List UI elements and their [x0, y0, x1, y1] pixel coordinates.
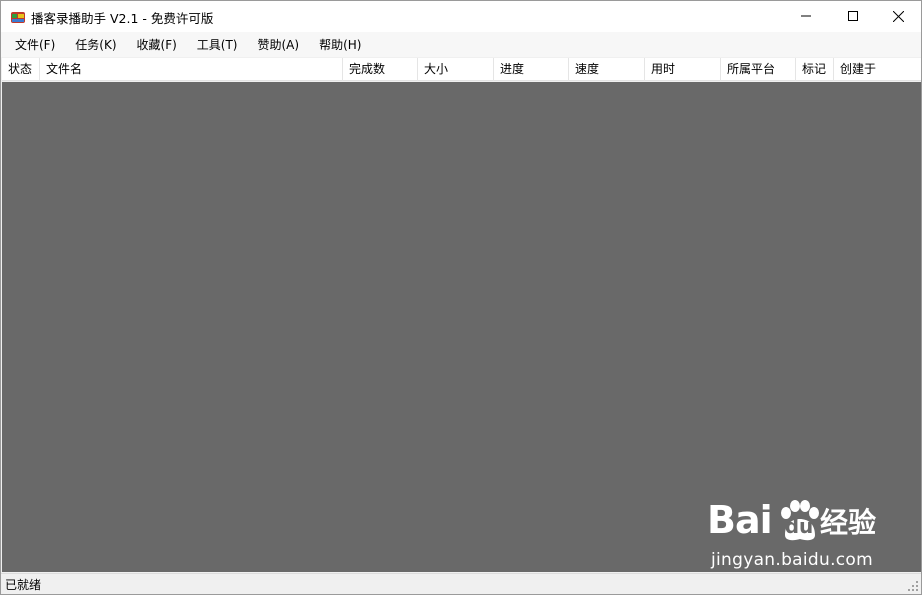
column-header-speed[interactable]: 速度 — [569, 58, 645, 81]
window-title: 播客录播助手 V2.1 - 免费许可版 — [31, 11, 214, 26]
watermark-brand: Bai — [707, 498, 773, 542]
column-header-elapsed[interactable]: 用时 — [645, 58, 721, 81]
app-window: 播客录播助手 V2.1 - 免费许可版 文件(F) 任务(K) 收藏(F) 工具… — [0, 0, 922, 595]
menu-tools[interactable]: 工具(T) — [187, 34, 248, 56]
menu-task[interactable]: 任务(K) — [65, 34, 126, 56]
watermark-brand-du: du — [784, 514, 814, 538]
column-header-created[interactable]: 创建于 — [834, 58, 921, 81]
column-header-completed[interactable]: 完成数 — [343, 58, 418, 81]
close-button[interactable] — [875, 1, 921, 31]
column-header-filename[interactable]: 文件名 — [40, 58, 343, 81]
menu-favorites[interactable]: 收藏(F) — [127, 34, 187, 56]
list-header: 状态 文件名 完成数 大小 进度 速度 用时 所属平台 标记 创建于 — [2, 58, 921, 81]
status-text: 已就绪 — [5, 578, 42, 592]
column-header-tag[interactable]: 标记 — [796, 58, 834, 81]
menu-file[interactable]: 文件(F) — [5, 34, 65, 56]
column-header-size[interactable]: 大小 — [418, 58, 494, 81]
minimize-icon — [801, 15, 811, 17]
menu-bar: 文件(F) 任务(K) 收藏(F) 工具(T) 赞助(A) 帮助(H) — [1, 32, 921, 57]
title-bar[interactable]: 播客录播助手 V2.1 - 免费许可版 — [1, 1, 921, 32]
baidu-jingyan-watermark: Bai du 经验 jingyan.baidu.com — [707, 499, 887, 575]
column-header-platform[interactable]: 所属平台 — [721, 58, 796, 81]
maximize-button[interactable] — [830, 1, 876, 31]
app-icon — [10, 9, 26, 25]
menu-sponsor[interactable]: 赞助(A) — [248, 34, 310, 56]
column-header-status[interactable]: 状态 — [2, 58, 40, 81]
menu-help[interactable]: 帮助(H) — [309, 34, 371, 56]
watermark-url: jingyan.baidu.com — [711, 550, 873, 570]
maximize-icon — [848, 11, 858, 21]
column-header-progress[interactable]: 进度 — [494, 58, 569, 81]
status-bar: 已就绪 — [1, 573, 921, 594]
watermark-product: 经验 — [820, 506, 877, 539]
resize-grip-icon[interactable] — [907, 580, 919, 592]
close-icon — [892, 10, 904, 22]
minimize-button[interactable] — [783, 1, 829, 31]
